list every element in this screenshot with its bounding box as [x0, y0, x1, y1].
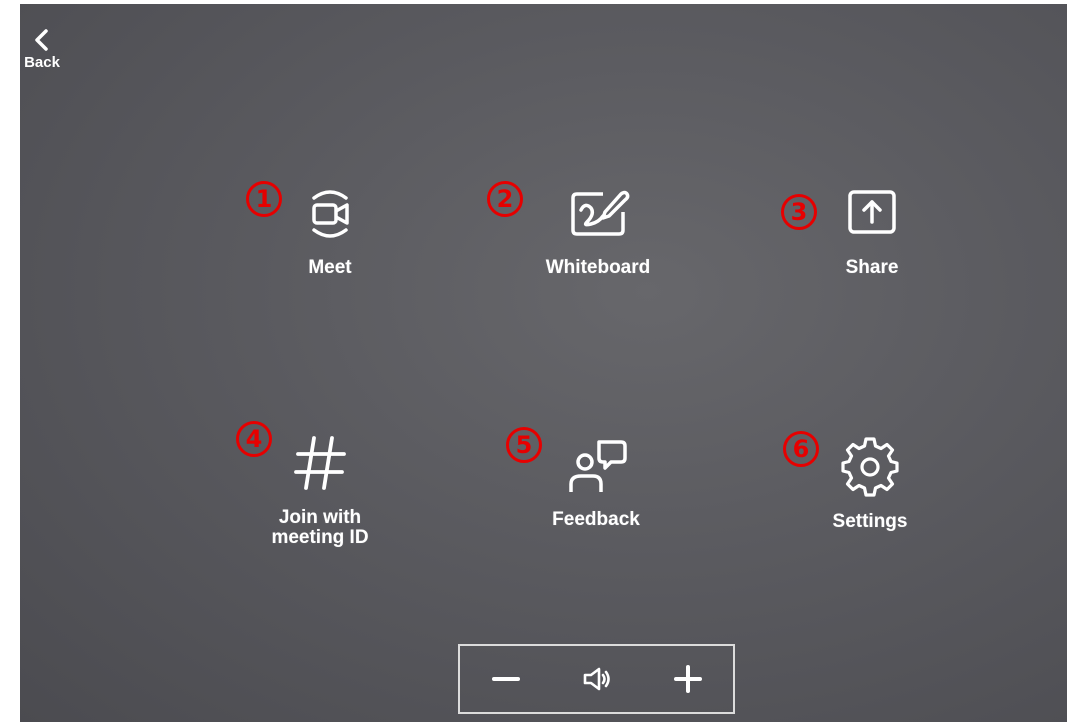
- whiteboard-icon: [571, 190, 630, 236]
- plus-icon: [673, 665, 702, 693]
- whiteboard-label: Whiteboard: [545, 257, 651, 278]
- volume-up-button[interactable]: [658, 654, 718, 704]
- settings-button[interactable]: Settings: [815, 436, 925, 532]
- share-button[interactable]: Share: [817, 182, 927, 278]
- volume-down-button[interactable]: [476, 654, 536, 704]
- share-label: Share: [845, 257, 899, 278]
- meet-button[interactable]: Meet: [275, 182, 385, 278]
- back-button[interactable]: Back: [20, 28, 64, 71]
- video-camera-icon: [312, 190, 349, 238]
- whiteboard-button[interactable]: Whiteboard: [528, 182, 668, 278]
- back-label: Back: [24, 54, 60, 71]
- speaker-icon: [583, 667, 610, 691]
- home-screen: Back 1 Meet 2 Whiteboard 3 Share 4 Join …: [20, 4, 1067, 722]
- share-upload-icon: [848, 190, 896, 234]
- join-with-meeting-id-label: Join with meeting ID: [271, 507, 369, 548]
- feedback-icon: [569, 440, 627, 492]
- annotation-number-6: 6: [783, 431, 819, 467]
- feedback-label: Feedback: [552, 509, 640, 530]
- gear-icon: [841, 437, 899, 497]
- settings-label: Settings: [832, 511, 908, 532]
- hashtag-icon: [294, 436, 346, 490]
- join-with-meeting-id-button[interactable]: Join with meeting ID: [260, 432, 380, 548]
- speaker-button[interactable]: [567, 654, 627, 704]
- minus-icon: [491, 677, 520, 681]
- annotation-number-3: 3: [781, 194, 817, 230]
- annotation-number-2: 2: [487, 181, 523, 217]
- meet-label: Meet: [308, 257, 352, 278]
- feedback-button[interactable]: Feedback: [536, 434, 656, 530]
- volume-control: [458, 644, 735, 714]
- chevron-left-icon: [35, 29, 48, 51]
